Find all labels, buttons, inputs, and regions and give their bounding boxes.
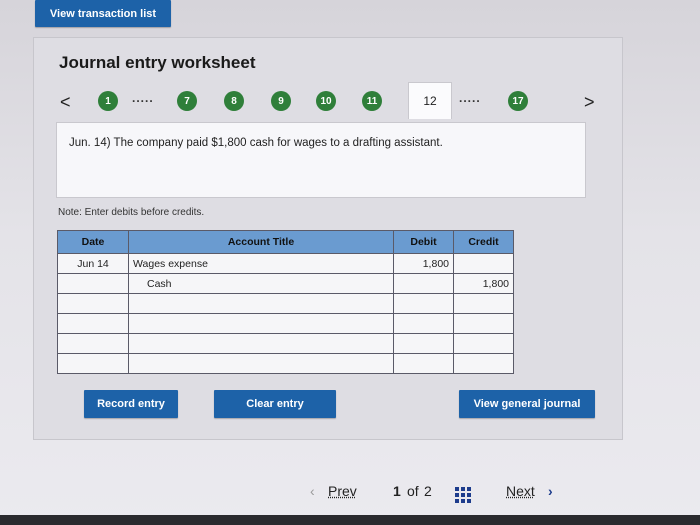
credit-cell[interactable]: [453, 253, 514, 274]
date-cell[interactable]: [57, 273, 129, 294]
screen-bezel: [0, 515, 700, 525]
debit-cell[interactable]: [393, 313, 454, 334]
account-cell[interactable]: [128, 353, 394, 374]
question-text: Jun. 14) The company paid $1,800 cash fo…: [69, 137, 443, 149]
table-row: [57, 293, 514, 314]
page-current: 1: [393, 483, 401, 499]
prev-transaction-arrow[interactable]: <: [60, 92, 71, 113]
chevron-left-icon[interactable]: ‹: [310, 483, 315, 499]
tab-7[interactable]: 7: [177, 91, 197, 111]
credit-cell[interactable]: 1,800: [453, 273, 514, 294]
table-row: Cash 1,800: [57, 273, 514, 294]
tab-17[interactable]: 17: [508, 91, 528, 111]
credit-cell[interactable]: [453, 293, 514, 314]
worksheet-title: Journal entry worksheet: [59, 53, 256, 72]
table-row: [57, 353, 514, 374]
date-cell[interactable]: [57, 293, 129, 314]
tab-1[interactable]: 1: [98, 91, 118, 111]
table-row: [57, 333, 514, 354]
next-page-link[interactable]: Next: [506, 483, 535, 499]
tab-12-current[interactable]: 12: [408, 82, 452, 119]
account-cell[interactable]: Cash: [128, 273, 394, 294]
journal-entry-worksheet-panel: Journal entry worksheet < 1 ..... 7 8 9 …: [33, 37, 623, 440]
credit-cell[interactable]: [453, 353, 514, 374]
table-row: Jun 14 Wages expense 1,800: [57, 253, 514, 274]
account-cell-text: Cash: [147, 277, 172, 290]
account-cell[interactable]: Wages expense: [128, 253, 394, 274]
debit-cell[interactable]: [393, 333, 454, 354]
account-cell[interactable]: [128, 333, 394, 354]
chevron-right-icon[interactable]: ›: [548, 483, 553, 499]
debit-cell[interactable]: [393, 353, 454, 374]
debit-cell[interactable]: [393, 273, 454, 294]
table-row: [57, 313, 514, 334]
page-of: of: [407, 483, 419, 499]
question-box: Jun. 14) The company paid $1,800 cash fo…: [56, 122, 586, 198]
date-cell[interactable]: Jun 14: [57, 253, 129, 274]
view-transaction-list-button[interactable]: View transaction list: [35, 0, 171, 27]
clear-entry-button[interactable]: Clear entry: [214, 390, 336, 418]
debit-cell[interactable]: [393, 293, 454, 314]
transaction-nav: < 1 ..... 7 8 9 10 11 12 ..... 17 >: [34, 82, 622, 119]
tab-11[interactable]: 11: [362, 91, 382, 111]
date-cell[interactable]: [57, 333, 129, 354]
pagination: ‹ Prev 1 of 2 Next ›: [0, 483, 700, 513]
note-text: Note: Enter debits before credits.: [58, 207, 205, 218]
page-total: 2: [424, 483, 432, 499]
tab-8[interactable]: 8: [224, 91, 244, 111]
credit-cell[interactable]: [453, 313, 514, 334]
next-transaction-arrow[interactable]: >: [584, 92, 595, 113]
tab-9[interactable]: 9: [271, 91, 291, 111]
account-cell[interactable]: [128, 293, 394, 314]
ellipsis-dots: .....: [459, 91, 481, 105]
record-entry-button[interactable]: Record entry: [84, 390, 178, 418]
prev-page-link[interactable]: Prev: [328, 483, 357, 499]
date-header: Date: [57, 230, 129, 254]
date-cell[interactable]: [57, 353, 129, 374]
credit-header: Credit: [453, 230, 514, 254]
view-general-journal-button[interactable]: View general journal: [459, 390, 595, 418]
account-title-header: Account Title: [128, 230, 394, 254]
tab-10[interactable]: 10: [316, 91, 336, 111]
date-cell[interactable]: [57, 313, 129, 334]
credit-cell[interactable]: [453, 333, 514, 354]
ellipsis-dots: .....: [132, 91, 154, 105]
debit-header: Debit: [393, 230, 454, 254]
journal-table: Date Account Title Debit Credit Jun 14 W…: [57, 230, 514, 374]
account-cell[interactable]: [128, 313, 394, 334]
grid-icon[interactable]: [455, 487, 471, 503]
debit-cell[interactable]: 1,800: [393, 253, 454, 274]
